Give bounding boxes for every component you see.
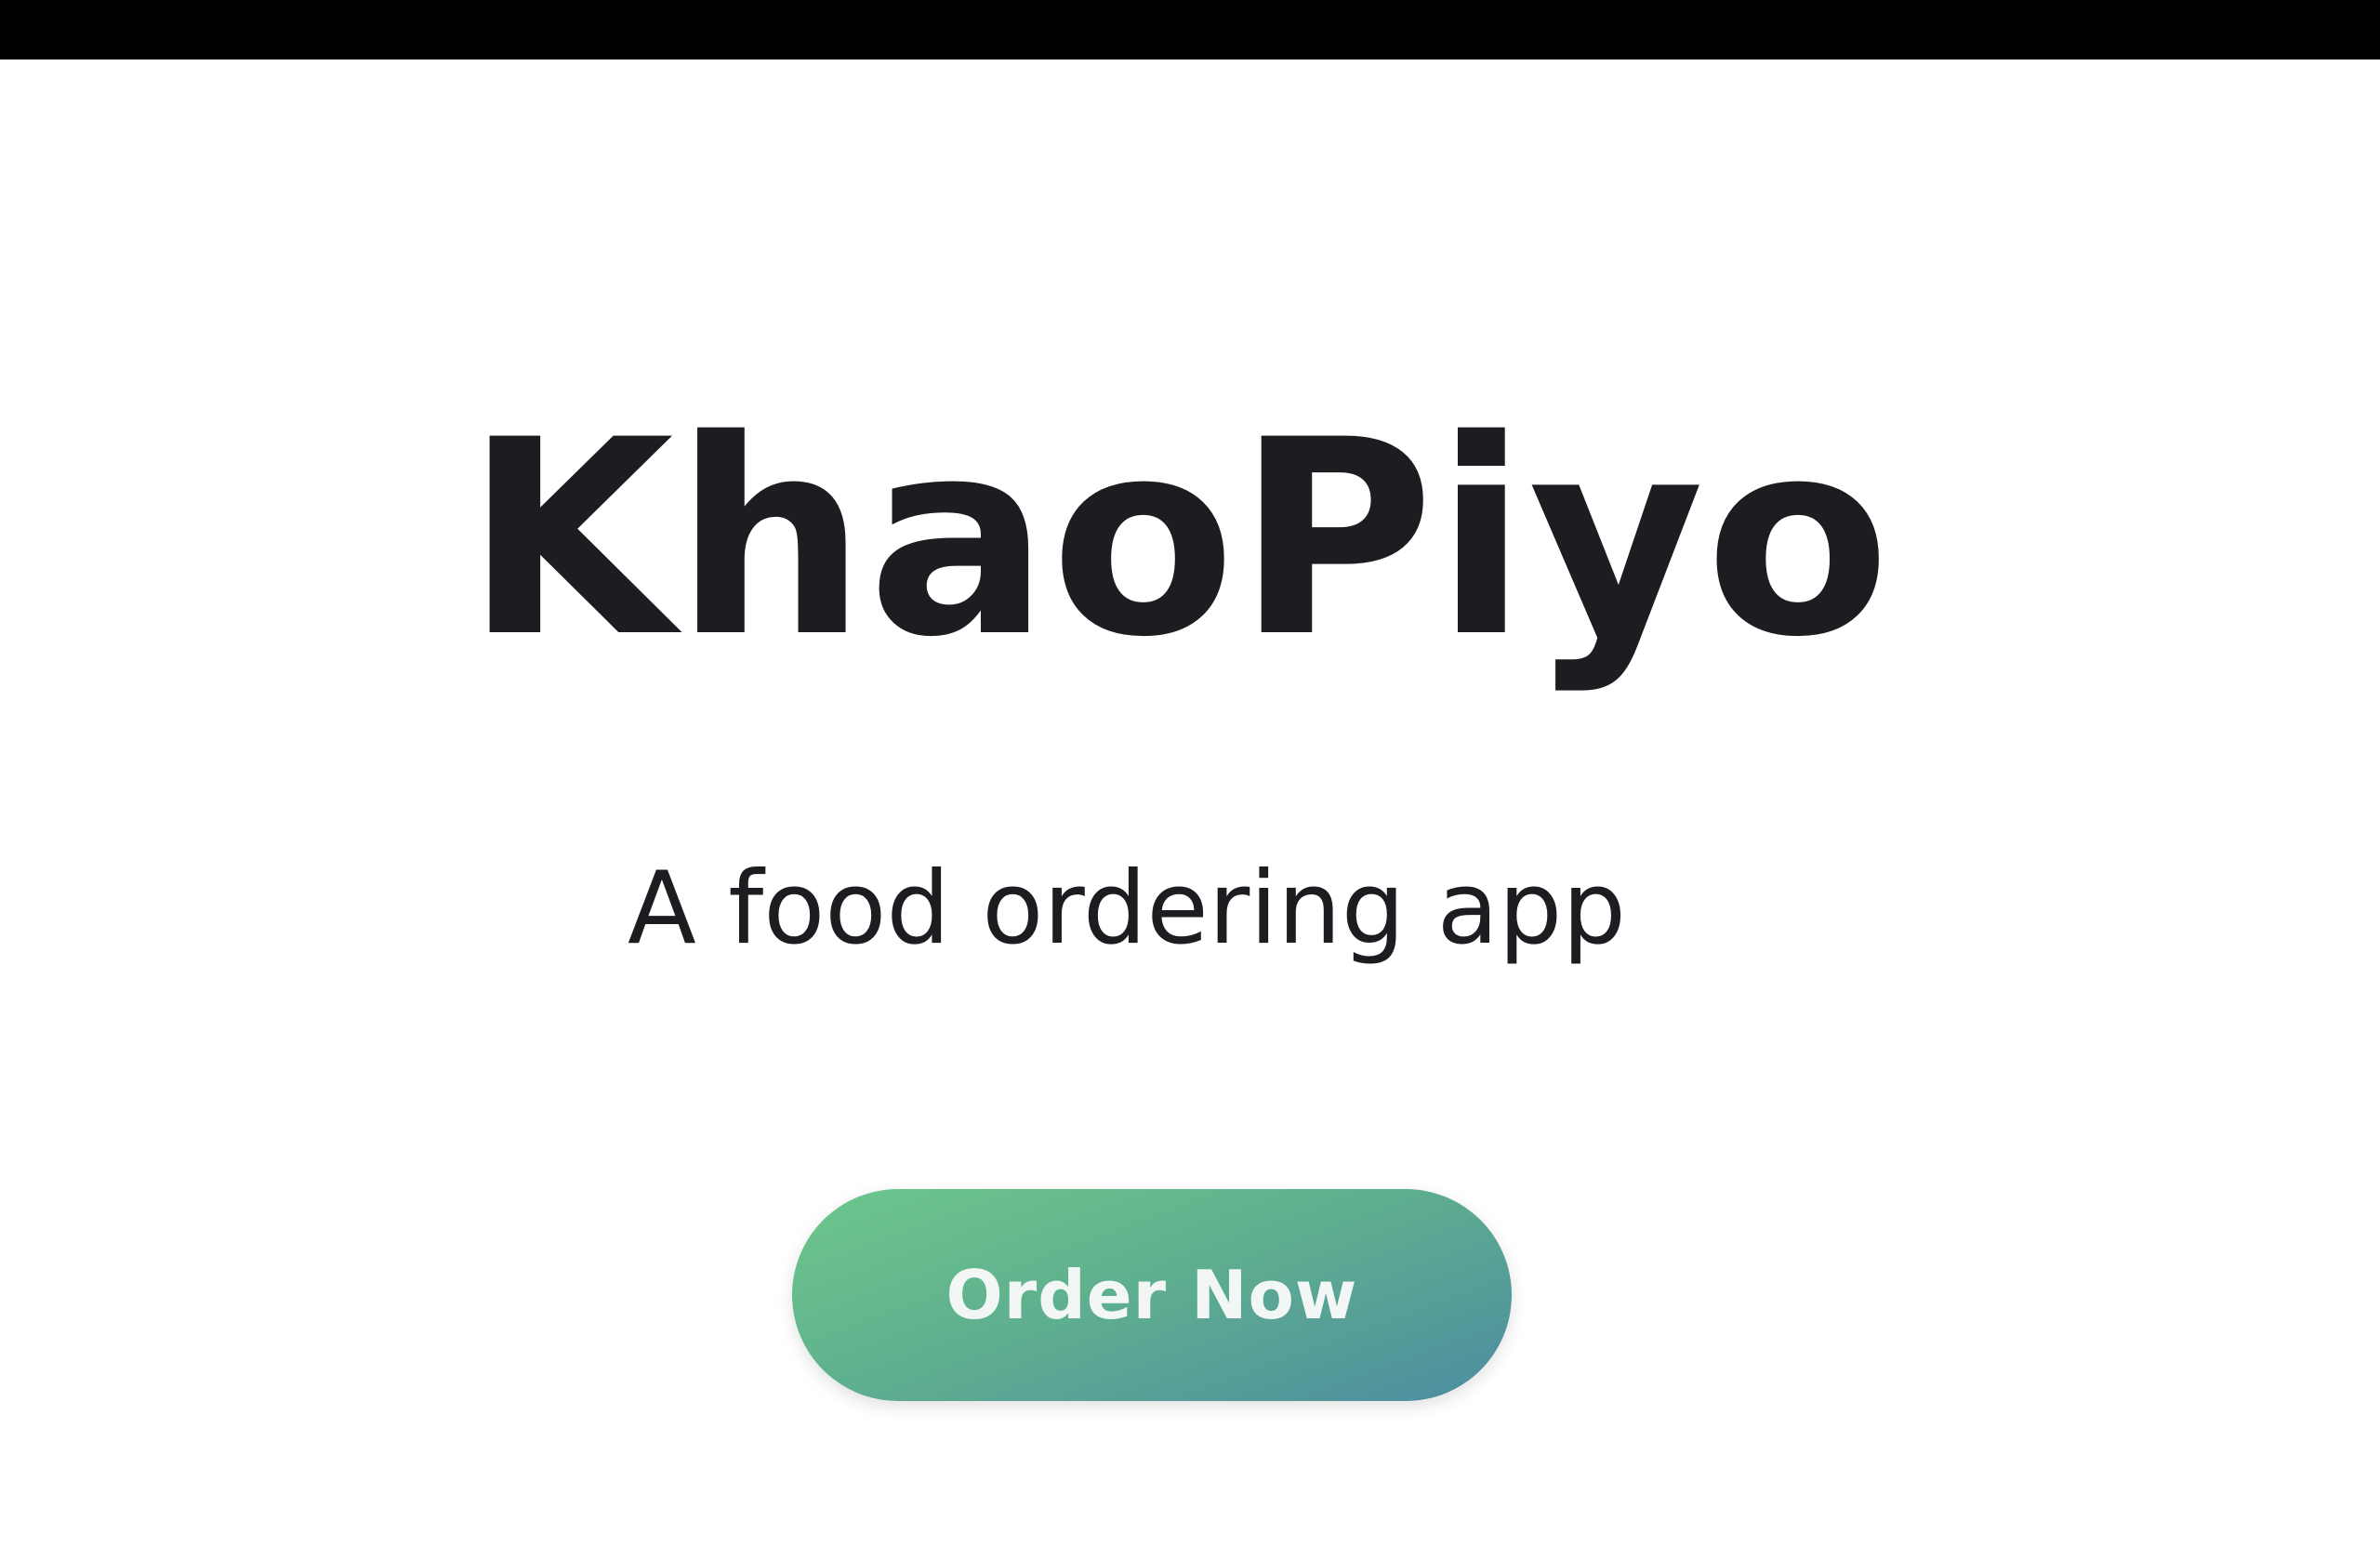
- order-now-button[interactable]: Order Now: [792, 1189, 1512, 1401]
- tagline: A food ordering app: [628, 851, 1626, 967]
- top-bar: [0, 0, 2380, 60]
- brand-title: KhaoPiyo: [465, 383, 1892, 696]
- landing-page: KhaoPiyo A food ordering app Order Now: [0, 60, 2380, 1547]
- order-now-button-label: Order Now: [945, 1256, 1358, 1334]
